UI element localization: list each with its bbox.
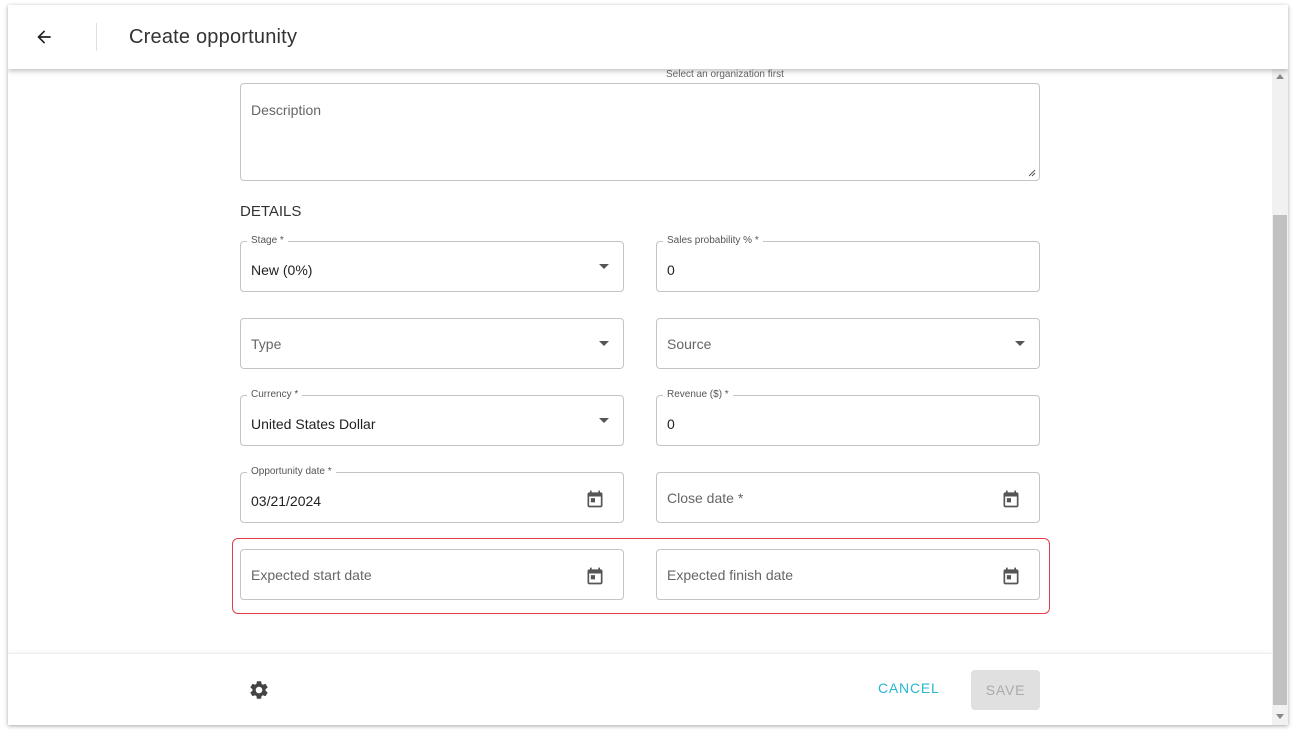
opportunity-date-label: Opportunity date * — [247, 466, 336, 477]
close-date-placeholder: Close date * — [667, 490, 744, 506]
description-placeholder: Description — [251, 102, 322, 118]
create-opportunity-dialog: Create opportunity Select an organizatio… — [8, 5, 1288, 725]
revenue-label: Revenue ($) * — [663, 389, 733, 400]
chevron-down-icon — [1015, 341, 1025, 346]
revenue-input[interactable]: Revenue ($) * 0 — [656, 389, 1040, 446]
calendar-icon[interactable] — [585, 566, 605, 586]
form-content: Select an organization first Description… — [8, 69, 1272, 653]
expected-finish-date-input[interactable]: Expected finish date — [656, 549, 1040, 600]
details-section-title: DETAILS — [240, 203, 302, 220]
revenue-value: 0 — [667, 416, 675, 432]
arrow-left-icon — [37, 30, 51, 44]
calendar-icon[interactable] — [1001, 489, 1021, 509]
calendar-icon[interactable] — [585, 489, 605, 509]
stage-label: Stage * — [247, 235, 288, 246]
expected-finish-date-placeholder: Expected finish date — [667, 567, 794, 583]
type-placeholder: Type — [251, 336, 282, 352]
scrollbar-thumb[interactable] — [1273, 215, 1287, 705]
opportunity-date-value: 03/21/2024 — [251, 493, 322, 509]
calendar-icon[interactable] — [1001, 566, 1021, 586]
footer: CANCEL SAVE — [8, 653, 1272, 725]
gear-icon[interactable] — [248, 679, 270, 701]
chevron-down-icon — [599, 264, 609, 269]
description-textarea[interactable]: Description — [240, 83, 1040, 181]
sales-probability-label: Sales probability % * — [663, 235, 763, 246]
stage-select[interactable]: Stage * New (0%) — [240, 235, 624, 292]
expected-start-date-input[interactable]: Expected start date — [240, 549, 624, 600]
chevron-down-icon — [599, 341, 609, 346]
currency-label: Currency * — [247, 389, 303, 400]
save-button[interactable]: SAVE — [971, 670, 1040, 710]
sales-probability-input[interactable]: Sales probability % * 0 — [656, 235, 1040, 292]
page-title: Create opportunity — [129, 25, 298, 48]
expected-start-date-placeholder: Expected start date — [251, 567, 372, 583]
resize-handle-icon[interactable] — [1028, 169, 1036, 177]
close-date-input[interactable]: Close date * — [656, 472, 1040, 523]
scroll-up-icon[interactable] — [1276, 74, 1284, 79]
source-select[interactable]: Source — [656, 318, 1040, 369]
type-select[interactable]: Type — [240, 318, 624, 369]
header-divider — [96, 23, 97, 51]
sales-probability-value: 0 — [667, 262, 675, 278]
back-button[interactable] — [8, 5, 80, 69]
organization-helper-text: Select an organization first — [666, 69, 784, 80]
cancel-button[interactable]: CANCEL — [878, 680, 940, 696]
source-placeholder: Source — [667, 336, 712, 352]
stage-value: New (0%) — [251, 262, 313, 278]
chevron-down-icon — [599, 418, 609, 423]
scrollbar[interactable] — [1272, 69, 1288, 725]
scroll-down-icon[interactable] — [1276, 714, 1284, 719]
currency-select[interactable]: Currency * United States Dollar — [240, 389, 624, 446]
opportunity-date-input[interactable]: Opportunity date * 03/21/2024 — [240, 466, 624, 523]
currency-value: United States Dollar — [251, 416, 376, 432]
header: Create opportunity — [8, 5, 1288, 69]
